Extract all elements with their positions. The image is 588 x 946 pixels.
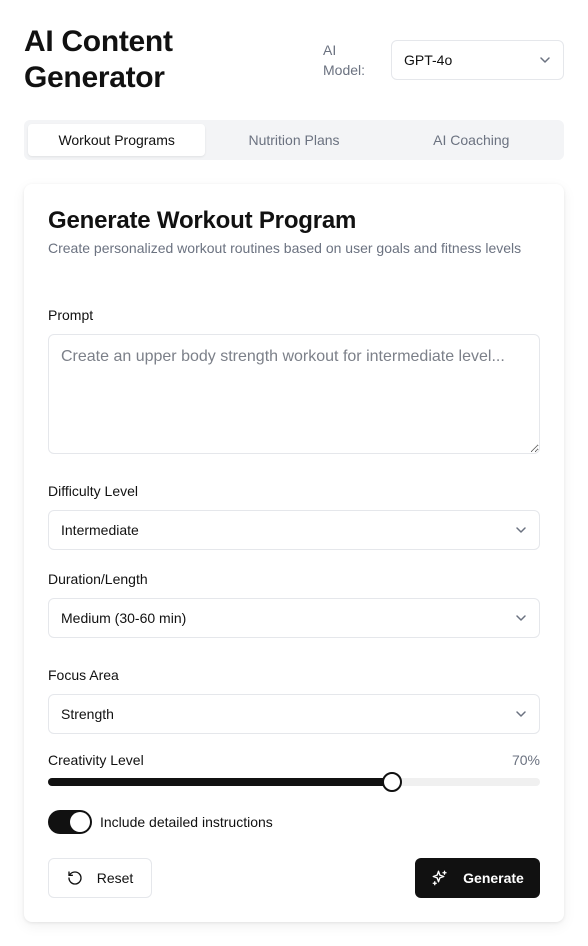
app-title: AI Content Generator (24, 25, 173, 94)
creativity-slider-thumb[interactable] (382, 772, 403, 792)
generate-button-label: Generate (463, 870, 524, 886)
reset-button-label: Reset (96, 870, 134, 886)
content-type-tabs: Workout Programs Nutrition Plans AI Coac… (24, 120, 564, 160)
chevron-down-icon (515, 710, 527, 718)
rotate-ccw-icon (67, 870, 83, 886)
tab-workout-programs[interactable]: Workout Programs (28, 124, 206, 156)
duration-label: Duration/Length (48, 571, 148, 587)
prompt-input[interactable] (48, 334, 540, 454)
model-label: AI Model: (323, 42, 366, 78)
creativity-slider[interactable] (48, 772, 540, 792)
chevron-down-icon (539, 56, 551, 64)
header: AI Content Generator AI Model: GPT-4o (24, 24, 564, 100)
tab-ai-coaching[interactable]: AI Coaching (383, 124, 560, 156)
creativity-value: 70% (511, 752, 540, 768)
creativity-slider-fill (48, 778, 393, 786)
model-select[interactable]: GPT-4o (391, 40, 564, 80)
prompt-label: Prompt (48, 307, 94, 323)
reset-button[interactable]: Reset (48, 858, 152, 898)
toggle-knob (70, 812, 90, 832)
focus-area-select[interactable]: Strength (48, 694, 540, 734)
difficulty-select[interactable]: Intermediate (48, 510, 540, 550)
difficulty-select-value: Intermediate (61, 522, 139, 538)
tab-nutrition-plans[interactable]: Nutrition Plans (205, 124, 382, 156)
instructions-toggle-label: Include detailed instructions (100, 814, 273, 830)
focus-area-label: Focus Area (48, 667, 119, 683)
duration-select[interactable]: Medium (30-60 min) (48, 598, 540, 638)
card-title: Generate Workout Program (48, 207, 357, 234)
sparkles-icon (431, 869, 449, 887)
duration-select-value: Medium (30-60 min) (61, 610, 187, 626)
instructions-toggle[interactable] (48, 810, 92, 834)
chevron-down-icon (515, 614, 527, 622)
card-description: Create personalized workout routines bas… (48, 240, 522, 256)
generator-card: Generate Workout Program Create personal… (24, 184, 564, 922)
model-select-value: GPT-4o (404, 52, 453, 68)
focus-area-select-value: Strength (61, 706, 114, 722)
chevron-down-icon (515, 526, 527, 534)
creativity-label: Creativity Level (48, 752, 144, 768)
difficulty-label: Difficulty Level (48, 483, 139, 499)
generate-button[interactable]: Generate (415, 858, 540, 898)
